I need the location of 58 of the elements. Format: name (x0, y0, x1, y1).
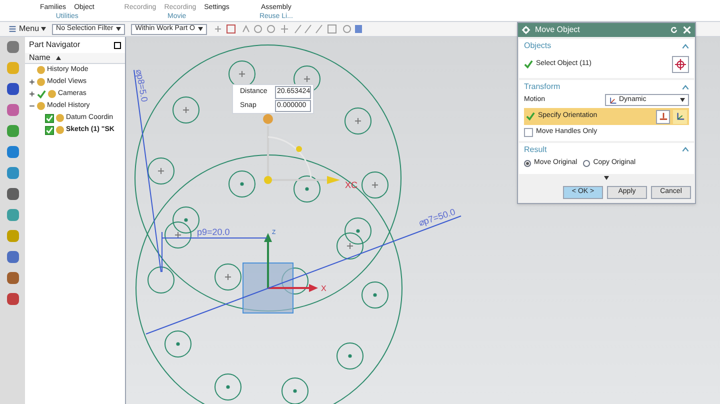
csys-icon[interactable] (673, 110, 687, 124)
x-axis-arrow (268, 284, 318, 292)
resource-icon[interactable] (6, 272, 18, 284)
column-header[interactable]: Name (25, 53, 125, 64)
radio-button[interactable] (583, 160, 590, 167)
checkbox[interactable] (45, 114, 54, 122)
menu-button[interactable]: Menu (8, 23, 46, 35)
point-dialog-icon[interactable] (656, 110, 670, 124)
more-options-icon[interactable] (604, 176, 609, 180)
axes-icon (609, 96, 617, 104)
node-icon (37, 78, 45, 86)
maximize-icon[interactable] (114, 42, 121, 48)
dimension-label: ⌀p8=5.0 (134, 68, 150, 103)
resource-icon[interactable] (6, 83, 18, 95)
checkbox[interactable] (45, 126, 54, 134)
expand-icon[interactable] (29, 91, 35, 97)
snap-toolbar-icon[interactable] (213, 24, 363, 34)
collapse-icon[interactable] (682, 84, 689, 90)
node-icon (56, 114, 64, 122)
panel-title: Part Navigator (29, 39, 80, 51)
expand-icon[interactable] (29, 79, 35, 85)
resource-icon[interactable] (6, 209, 18, 221)
resource-icon[interactable] (6, 125, 18, 137)
caret-icon (198, 27, 203, 31)
resource-icon[interactable] (6, 293, 18, 305)
settings-icon[interactable] (522, 26, 530, 34)
caret-icon (680, 98, 685, 102)
resource-icon[interactable] (6, 251, 18, 263)
collapse-icon[interactable] (29, 103, 35, 109)
caret-icon (116, 27, 122, 31)
collapse-icon[interactable] (682, 44, 689, 48)
resource-icon[interactable] (6, 167, 18, 179)
resource-icon[interactable] (6, 41, 18, 53)
section-title[interactable]: Objects (524, 40, 552, 52)
node-icon (48, 90, 56, 98)
resource-icon[interactable] (6, 104, 18, 116)
dialog-title: Move Object (535, 24, 581, 36)
resource-icon[interactable] (6, 188, 18, 200)
node-icon (37, 102, 45, 110)
resource-icon[interactable] (6, 146, 18, 158)
menu-icon (8, 25, 17, 33)
sort-ascending-icon (56, 56, 62, 60)
z-axis-arrow (264, 233, 272, 288)
selected-square[interactable] (242, 262, 294, 314)
radio-button[interactable] (524, 160, 531, 167)
node-icon (56, 126, 64, 134)
collapse-icon[interactable] (682, 147, 689, 152)
section-title[interactable]: Transform (524, 81, 560, 93)
caret-icon (41, 27, 46, 31)
dimension-label: p9=20.0 (197, 227, 230, 237)
axis-label: X (321, 284, 326, 293)
dynamic-handle-drawing[interactable] (263, 114, 340, 184)
node-icon (37, 66, 45, 74)
section-title[interactable]: Result (524, 144, 547, 156)
reset-icon[interactable] (670, 26, 678, 34)
crosshair-icon[interactable] (672, 56, 689, 72)
close-icon[interactable] (683, 26, 691, 34)
checkbox[interactable] (524, 128, 533, 137)
